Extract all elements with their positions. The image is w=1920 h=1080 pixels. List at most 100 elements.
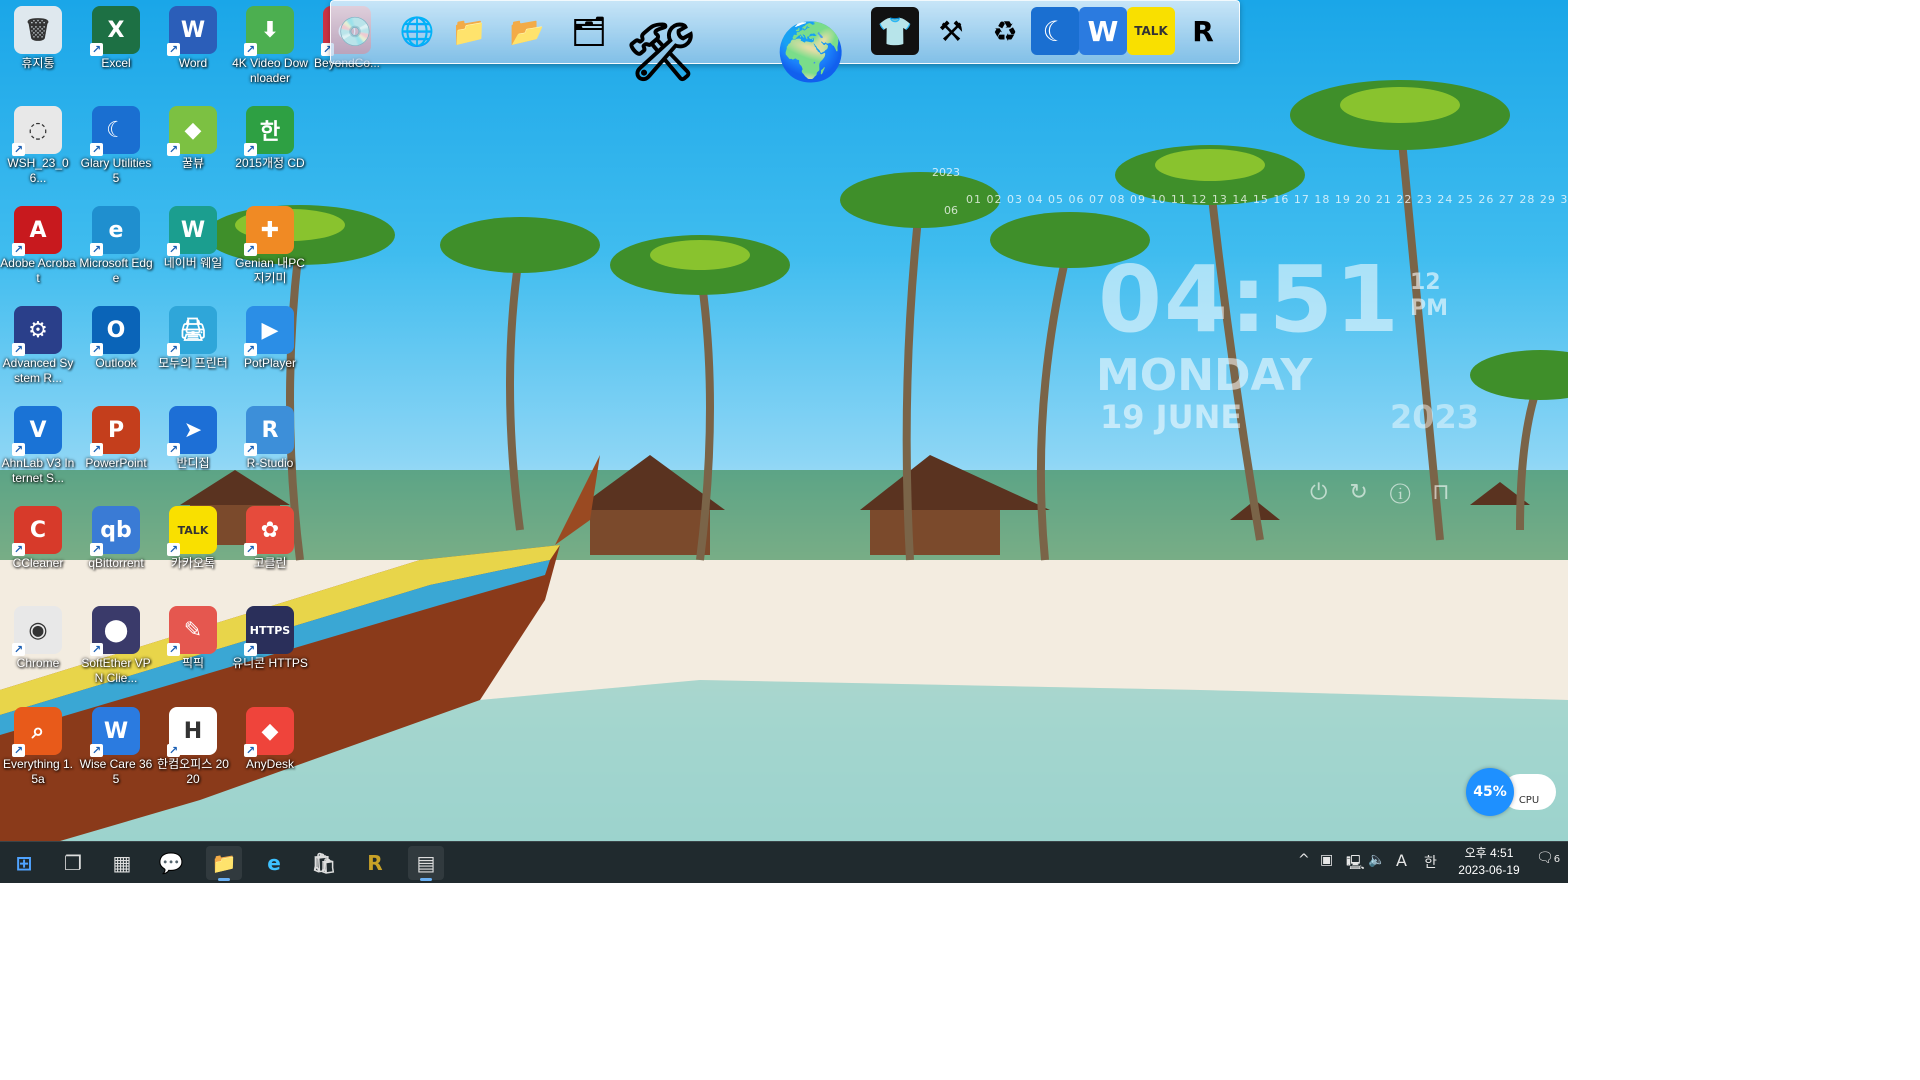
desktop-icon-label: Excel	[101, 56, 131, 70]
desktop-icon[interactable]: ⬇ ↗ 4K Video Downloader	[232, 2, 308, 86]
widgets-button[interactable]: ▦	[104, 846, 140, 880]
app-icon: P ↗	[90, 406, 140, 456]
cpu-widget[interactable]: CPU 45%	[1466, 768, 1558, 816]
dock-folder-green-icon[interactable]: 📂	[503, 7, 551, 55]
edge-taskbar-button[interactable]: e	[256, 846, 292, 880]
power-controls: ⏻↻ⓘ⊓	[1310, 480, 1472, 505]
desktop-icon-label: 네이버 웨일	[163, 256, 223, 270]
app-icon: O ↗	[90, 306, 140, 356]
teams-chat-button[interactable]: 💬	[153, 846, 189, 880]
desktop-icon[interactable]: HTTPS ↗ 유니콘 HTTPS	[232, 602, 308, 671]
volume-icon[interactable]: 🔈	[1368, 852, 1385, 868]
tray-overflow-icon[interactable]: ^	[1298, 852, 1310, 868]
desktop-icon-label: qBittorrent	[88, 556, 144, 570]
dock-disk-icon[interactable]: 💿	[331, 7, 379, 55]
restart-icon[interactable]: ↻	[1349, 480, 1389, 505]
desktop-icon[interactable]: ◌ ↗ WSH_23_06...	[0, 102, 76, 186]
shortcut-arrow-icon: ↗	[167, 443, 180, 456]
running-indicator	[420, 878, 432, 881]
desktop-icon[interactable]: P ↗ PowerPoint	[78, 402, 154, 471]
taskbar-clock[interactable]: 오후 4:51 2023-06-19	[1452, 845, 1526, 879]
app-icon: ◉ ↗	[12, 606, 62, 656]
desktop-icon-label: CCleaner	[12, 556, 64, 570]
dock-glary-icon[interactable]: ☾	[1031, 7, 1079, 55]
r-taskbar-button[interactable]: R	[357, 846, 393, 880]
ime-mode-han[interactable]: 한	[1424, 852, 1437, 872]
desktop-icon[interactable]: e ↗ Microsoft Edge	[78, 202, 154, 286]
dock-hammer-icon[interactable]: ⚒	[927, 7, 975, 55]
shutdown-icon[interactable]: ⏻	[1310, 480, 1349, 505]
desktop-icon[interactable]: R ↗ R-Studio	[232, 402, 308, 471]
dock-r-icon[interactable]: R	[1179, 7, 1227, 55]
network-icon[interactable]: 🖳	[1346, 852, 1365, 876]
desktop-icon-label: PotPlayer	[243, 356, 297, 370]
shortcut-arrow-icon: ↗	[167, 143, 180, 156]
dock-folder-icon[interactable]: 📁	[445, 7, 493, 55]
start-button[interactable]: ⊞	[6, 846, 42, 880]
shortcut-arrow-icon: ↗	[12, 143, 25, 156]
task-view-button[interactable]: ❐	[55, 846, 91, 880]
desktop-icon-label: 4K Video Downloader	[232, 56, 308, 85]
start-icon: ⊞	[15, 851, 33, 875]
desktop-icon-label: 반디집	[176, 456, 210, 470]
store-taskbar-button[interactable]: 🛍	[306, 846, 342, 880]
desktop-icon[interactable]: ◉ ↗ Chrome	[0, 602, 76, 671]
dock-kakaotalk-icon[interactable]: TALK	[1127, 7, 1175, 55]
desktop-icon[interactable]: A ↗ Adobe Acrobat	[0, 202, 76, 286]
desktop-icon[interactable]: ☾ ↗ Glary Utilities 5	[78, 102, 154, 186]
clock-time: 04:51	[1098, 246, 1401, 353]
desktop-icon[interactable]: 한 ↗ 2015개정 CD	[232, 102, 308, 171]
desktop-icon[interactable]: ⌕ ↗ Everything 1.5a	[0, 703, 76, 787]
dock-folder-settings-icon[interactable]: 🗂	[565, 7, 613, 55]
shortcut-arrow-icon: ↗	[244, 343, 257, 356]
desktop-icon-label: AnyDesk	[245, 757, 295, 771]
dock-earth-icon[interactable]: 🌍	[771, 7, 851, 97]
desktop-icon[interactable]: V ↗ AhnLab V3 Internet S...	[0, 402, 76, 486]
desktop-icon[interactable]: W ↗ 네이버 웨일	[155, 202, 231, 271]
desktop-icon[interactable]: X ↗ Excel	[78, 2, 154, 71]
dock-tshirt-icon[interactable]: 👕	[871, 7, 919, 55]
app-icon: 🗑	[14, 6, 62, 54]
desktop-icon[interactable]: 🖨 ↗ 모두의 프린터	[155, 302, 231, 371]
app-icon: ✿ ↗	[244, 506, 294, 556]
desktop-icon[interactable]: W ↗ Wise Care 365	[78, 703, 154, 787]
teams-chat-icon: 💬	[158, 851, 184, 875]
active-app-taskbar-button[interactable]: ▤	[408, 846, 444, 881]
dock-recycle-icon[interactable]: ♻	[981, 7, 1029, 55]
desktop-icon[interactable]: TALK ↗ 카카오톡	[155, 502, 231, 571]
file-explorer-button[interactable]: 📁	[206, 846, 242, 881]
desktop-icon[interactable]: ✿ ↗ 고클린	[232, 502, 308, 571]
clock-ampm: PM	[1410, 296, 1449, 321]
desktop-icon[interactable]: O ↗ Outlook	[78, 302, 154, 371]
ime-mode-a[interactable]: A	[1396, 851, 1407, 870]
cpu-percent: 45%	[1466, 768, 1514, 816]
desktop-icon[interactable]: ✎ ↗ 픽픽	[155, 602, 231, 671]
desktop-icon[interactable]: ✚ ↗ Genian 내PC지키미	[232, 202, 308, 286]
desktop-icon-label: WSH_23_06...	[7, 156, 69, 185]
shortcut-arrow-icon: ↗	[167, 543, 180, 556]
dock-globe-doc-icon[interactable]: 🌐	[393, 7, 441, 55]
desktop-icon-label: Microsoft Edge	[79, 256, 153, 285]
desktop-icon[interactable]: 🗑 휴지통	[0, 2, 76, 71]
dock-tools-icon[interactable]: 🛠	[621, 7, 701, 97]
desktop-icon[interactable]: ⬤ ↗ SoftEther VPN Clie...	[78, 602, 154, 686]
desktop-icon[interactable]: C ↗ CCleaner	[0, 502, 76, 571]
desktop-icon[interactable]: H ↗ 한컴오피스 2020	[155, 703, 231, 787]
notification-icon: 🗨	[1536, 850, 1554, 866]
desktop-icon[interactable]: W ↗ Word	[155, 2, 231, 71]
desktop-icon[interactable]: ⚙ ↗ Advanced System R...	[0, 302, 76, 386]
desktop-icon-label: Outlook	[95, 356, 137, 370]
shortcut-arrow-icon: ↗	[167, 243, 180, 256]
desktop-icon[interactable]: ▶ ↗ PotPlayer	[232, 302, 308, 371]
app-icon: H ↗	[167, 707, 217, 757]
dock-wise-icon[interactable]: W	[1079, 7, 1127, 55]
info-icon[interactable]: ⓘ	[1390, 480, 1433, 505]
desktop-icon[interactable]: ◆ ↗ 꿀뷰	[155, 102, 231, 171]
desktop-icon[interactable]: ◆ ↗ AnyDesk	[232, 703, 308, 772]
desktop-icon[interactable]: qb ↗ qBittorrent	[78, 502, 154, 571]
tray-app-icon[interactable]: ▣	[1320, 852, 1333, 868]
lock-icon[interactable]: ⊓	[1432, 480, 1471, 505]
notification-center-button[interactable]: 🗨6	[1536, 850, 1560, 866]
shortcut-arrow-icon: ↗	[12, 343, 25, 356]
desktop-icon[interactable]: ➤ ↗ 반디집	[155, 402, 231, 471]
